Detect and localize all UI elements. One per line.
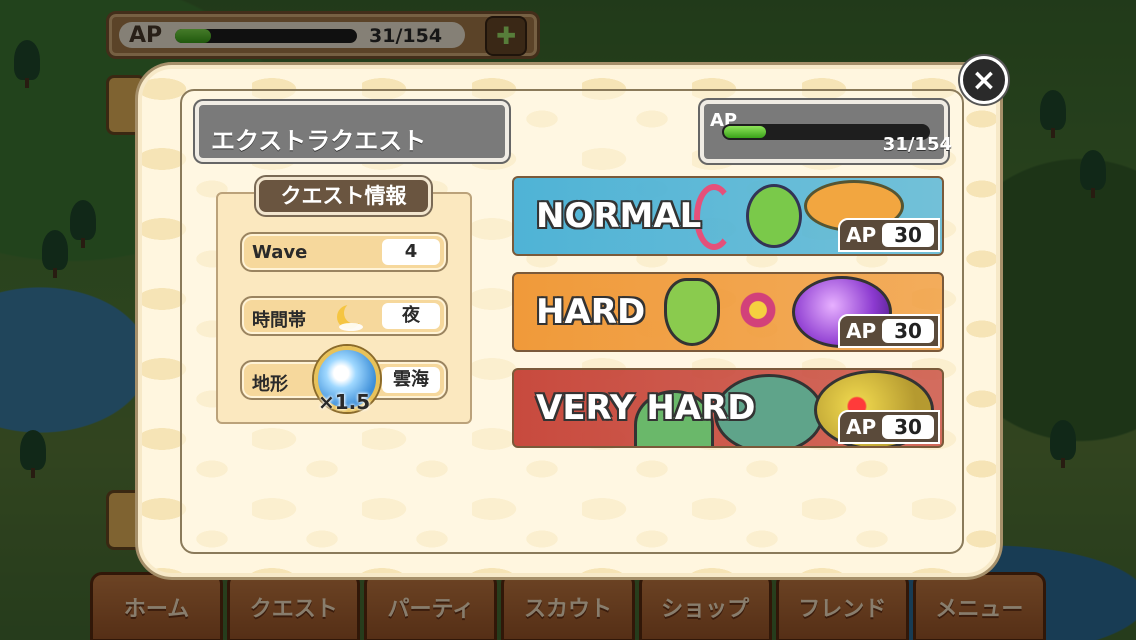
- difficulty-ap-cost: AP 30: [838, 410, 940, 444]
- moon-icon: [337, 302, 366, 331]
- green-cup-monster-icon: [664, 278, 720, 346]
- wave-row: Wave 4: [240, 232, 448, 272]
- ap-cost-value: 30: [882, 223, 934, 247]
- ap-cost-label: AP: [846, 223, 877, 247]
- difficulty-ap-cost: AP 30: [838, 314, 940, 348]
- wave-value: 4: [382, 239, 440, 265]
- difficulty-normal-button[interactable]: NORMAL AP 30: [512, 176, 944, 256]
- dialog-title: エクストラクエスト: [195, 101, 509, 162]
- ap-cost-label: AP: [846, 415, 877, 439]
- time-label: 時間帯: [252, 310, 306, 331]
- green-slug-monster-icon: [746, 184, 802, 248]
- quest-info-title: クエスト情報: [256, 177, 431, 215]
- difficulty-name: VERY HARD: [536, 388, 756, 428]
- close-button[interactable]: ×: [960, 56, 1008, 104]
- pink-star-monster-icon: [728, 280, 788, 340]
- difficulty-name: NORMAL: [536, 196, 702, 236]
- wave-label: Wave: [252, 242, 308, 263]
- terrain-value: 雲海: [382, 367, 440, 393]
- dialog-ap-value: 31/154: [882, 134, 952, 155]
- terrain-multiplier: ×1.5: [318, 390, 371, 414]
- difficulty-name: HARD: [536, 292, 646, 332]
- close-icon: ×: [971, 62, 997, 98]
- time-row: 時間帯 夜: [240, 296, 448, 336]
- time-value: 夜: [382, 303, 440, 329]
- difficulty-very-hard-button[interactable]: VERY HARD AP 30: [512, 368, 944, 448]
- dialog-ap-box: AP 31/154: [700, 100, 952, 163]
- difficulty-hard-button[interactable]: HARD AP 30: [512, 272, 944, 352]
- ap-cost-value: 30: [882, 415, 934, 439]
- terrain-label: 地形: [252, 374, 288, 395]
- difficulty-ap-cost: AP 30: [838, 218, 940, 252]
- ap-cost-value: 30: [882, 319, 934, 343]
- dialog-ap-fill: [724, 126, 766, 138]
- ap-cost-label: AP: [846, 319, 877, 343]
